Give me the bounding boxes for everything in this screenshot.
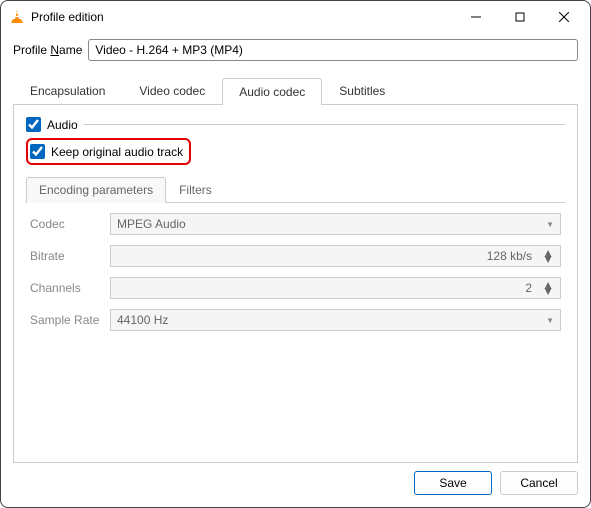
minimize-button[interactable] (454, 2, 498, 32)
bitrate-label: Bitrate (30, 249, 110, 263)
tab-subtitles[interactable]: Subtitles (322, 77, 402, 104)
bitrate-value: 128 kb/s (117, 249, 538, 263)
audio-enable-row: Audio (26, 115, 565, 134)
profile-name-input[interactable] (88, 39, 578, 61)
spinner-icon: ▲▼ (542, 282, 554, 294)
minimize-icon (471, 12, 481, 22)
codec-select[interactable]: MPEG Audio ▼ (110, 213, 561, 235)
keep-original-label: Keep original audio track (51, 145, 183, 159)
profile-name-label: Profile Name (13, 43, 82, 57)
cancel-button[interactable]: Cancel (500, 471, 578, 495)
maximize-icon (515, 12, 525, 22)
chevron-down-icon: ▼ (546, 220, 554, 229)
main-tabs: Encapsulation Video codec Audio codec Su… (13, 77, 578, 105)
tab-audio-codec[interactable]: Audio codec (222, 78, 322, 105)
dialog-footer: Save Cancel (13, 463, 578, 495)
window-title: Profile edition (31, 10, 454, 24)
samplerate-select[interactable]: 44100 Hz ▼ (110, 309, 561, 331)
channels-value: 2 (117, 281, 538, 295)
tab-encapsulation[interactable]: Encapsulation (13, 77, 122, 104)
close-button[interactable] (542, 2, 586, 32)
sub-tab-encoding[interactable]: Encoding parameters (26, 177, 166, 203)
tab-panel-audio: Audio Keep original audio track Encoding… (13, 105, 578, 463)
sub-tabs: Encoding parameters Filters (26, 177, 565, 203)
bitrate-spinner[interactable]: 128 kb/s ▲▼ (110, 245, 561, 267)
encoding-form: Codec MPEG Audio ▼ Bitrate 128 kb/s ▲▼ C… (26, 203, 565, 341)
channels-spinner[interactable]: 2 ▲▼ (110, 277, 561, 299)
tab-video-codec[interactable]: Video codec (122, 77, 222, 104)
maximize-button[interactable] (498, 2, 542, 32)
codec-value: MPEG Audio (117, 217, 546, 231)
close-icon (559, 12, 569, 22)
keep-original-checkbox[interactable] (30, 144, 45, 159)
audio-checkbox[interactable] (26, 117, 41, 132)
save-button[interactable]: Save (414, 471, 492, 495)
chevron-down-icon: ▼ (546, 316, 554, 325)
content-area: Profile Name Encapsulation Video codec A… (1, 33, 590, 507)
vlc-icon (9, 9, 25, 25)
titlebar: Profile edition (1, 1, 590, 33)
codec-label: Codec (30, 217, 110, 231)
keep-original-highlight: Keep original audio track (26, 138, 191, 165)
samplerate-value: 44100 Hz (117, 313, 546, 327)
channels-label: Channels (30, 281, 110, 295)
window-controls (454, 2, 586, 32)
divider (84, 124, 565, 125)
spinner-icon: ▲▼ (542, 250, 554, 262)
sub-tab-filters[interactable]: Filters (166, 177, 225, 202)
audio-checkbox-label: Audio (47, 118, 78, 132)
profile-name-row: Profile Name (13, 39, 578, 61)
samplerate-label: Sample Rate (30, 313, 110, 327)
